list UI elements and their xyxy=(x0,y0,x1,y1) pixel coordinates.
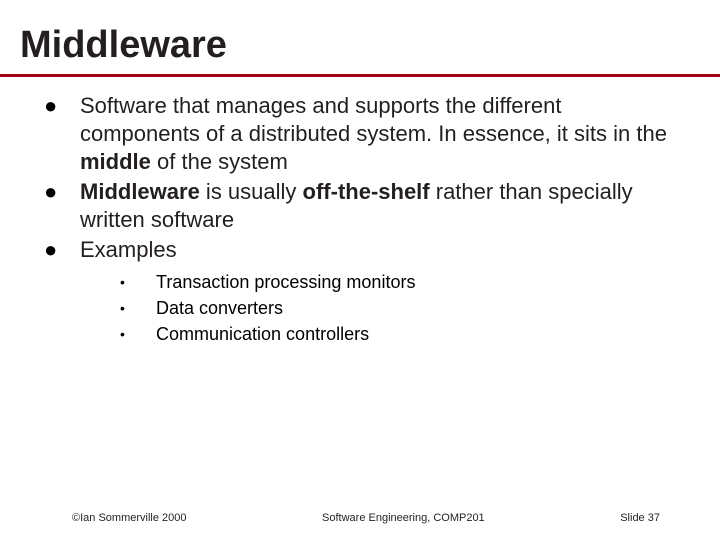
text-bold: middle xyxy=(80,149,151,174)
sub-bullet-list: • Transaction processing monitors • Data… xyxy=(116,270,682,346)
text-bold: Middleware xyxy=(80,179,200,204)
bullet-text: Examples xyxy=(80,236,682,264)
slide-footer: ©Ian Sommerville 2000 Software Engineeri… xyxy=(0,512,720,524)
bullet-item: ● Software that manages and supports the… xyxy=(38,92,682,176)
sub-bullet-icon: • xyxy=(116,296,156,320)
bullet-item: ● Examples xyxy=(38,236,682,264)
text-run: Software that manages and supports the d… xyxy=(80,93,667,146)
sub-bullet-item: • Communication controllers xyxy=(116,322,682,346)
sub-bullet-text: Communication controllers xyxy=(156,322,369,346)
bullet-item: ● Middleware is usually off-the-shelf ra… xyxy=(38,178,682,234)
sub-bullet-icon: • xyxy=(116,270,156,294)
sub-bullet-item: • Transaction processing monitors xyxy=(116,270,682,294)
footer-copyright: ©Ian Sommerville 2000 xyxy=(72,512,187,524)
slide-body: ● Software that manages and supports the… xyxy=(0,92,720,348)
bullet-icon: ● xyxy=(38,236,80,264)
text-run: is usually xyxy=(200,179,303,204)
title-underline xyxy=(0,74,720,77)
sub-bullet-text: Transaction processing monitors xyxy=(156,270,415,294)
bullet-text: Middleware is usually off-the-shelf rath… xyxy=(80,178,682,234)
footer-slide-number: Slide 37 xyxy=(620,512,660,524)
slide-title: Middleware xyxy=(20,24,227,67)
sub-bullet-text: Data converters xyxy=(156,296,283,320)
bullet-text: Software that manages and supports the d… xyxy=(80,92,682,176)
bullet-icon: ● xyxy=(38,92,80,176)
sub-bullet-item: • Data converters xyxy=(116,296,682,320)
text-bold: off-the-shelf xyxy=(303,179,430,204)
footer-course: Software Engineering, COMP201 xyxy=(322,512,485,524)
sub-bullet-icon: • xyxy=(116,322,156,346)
bullet-icon: ● xyxy=(38,178,80,234)
text-run: of the system xyxy=(151,149,288,174)
